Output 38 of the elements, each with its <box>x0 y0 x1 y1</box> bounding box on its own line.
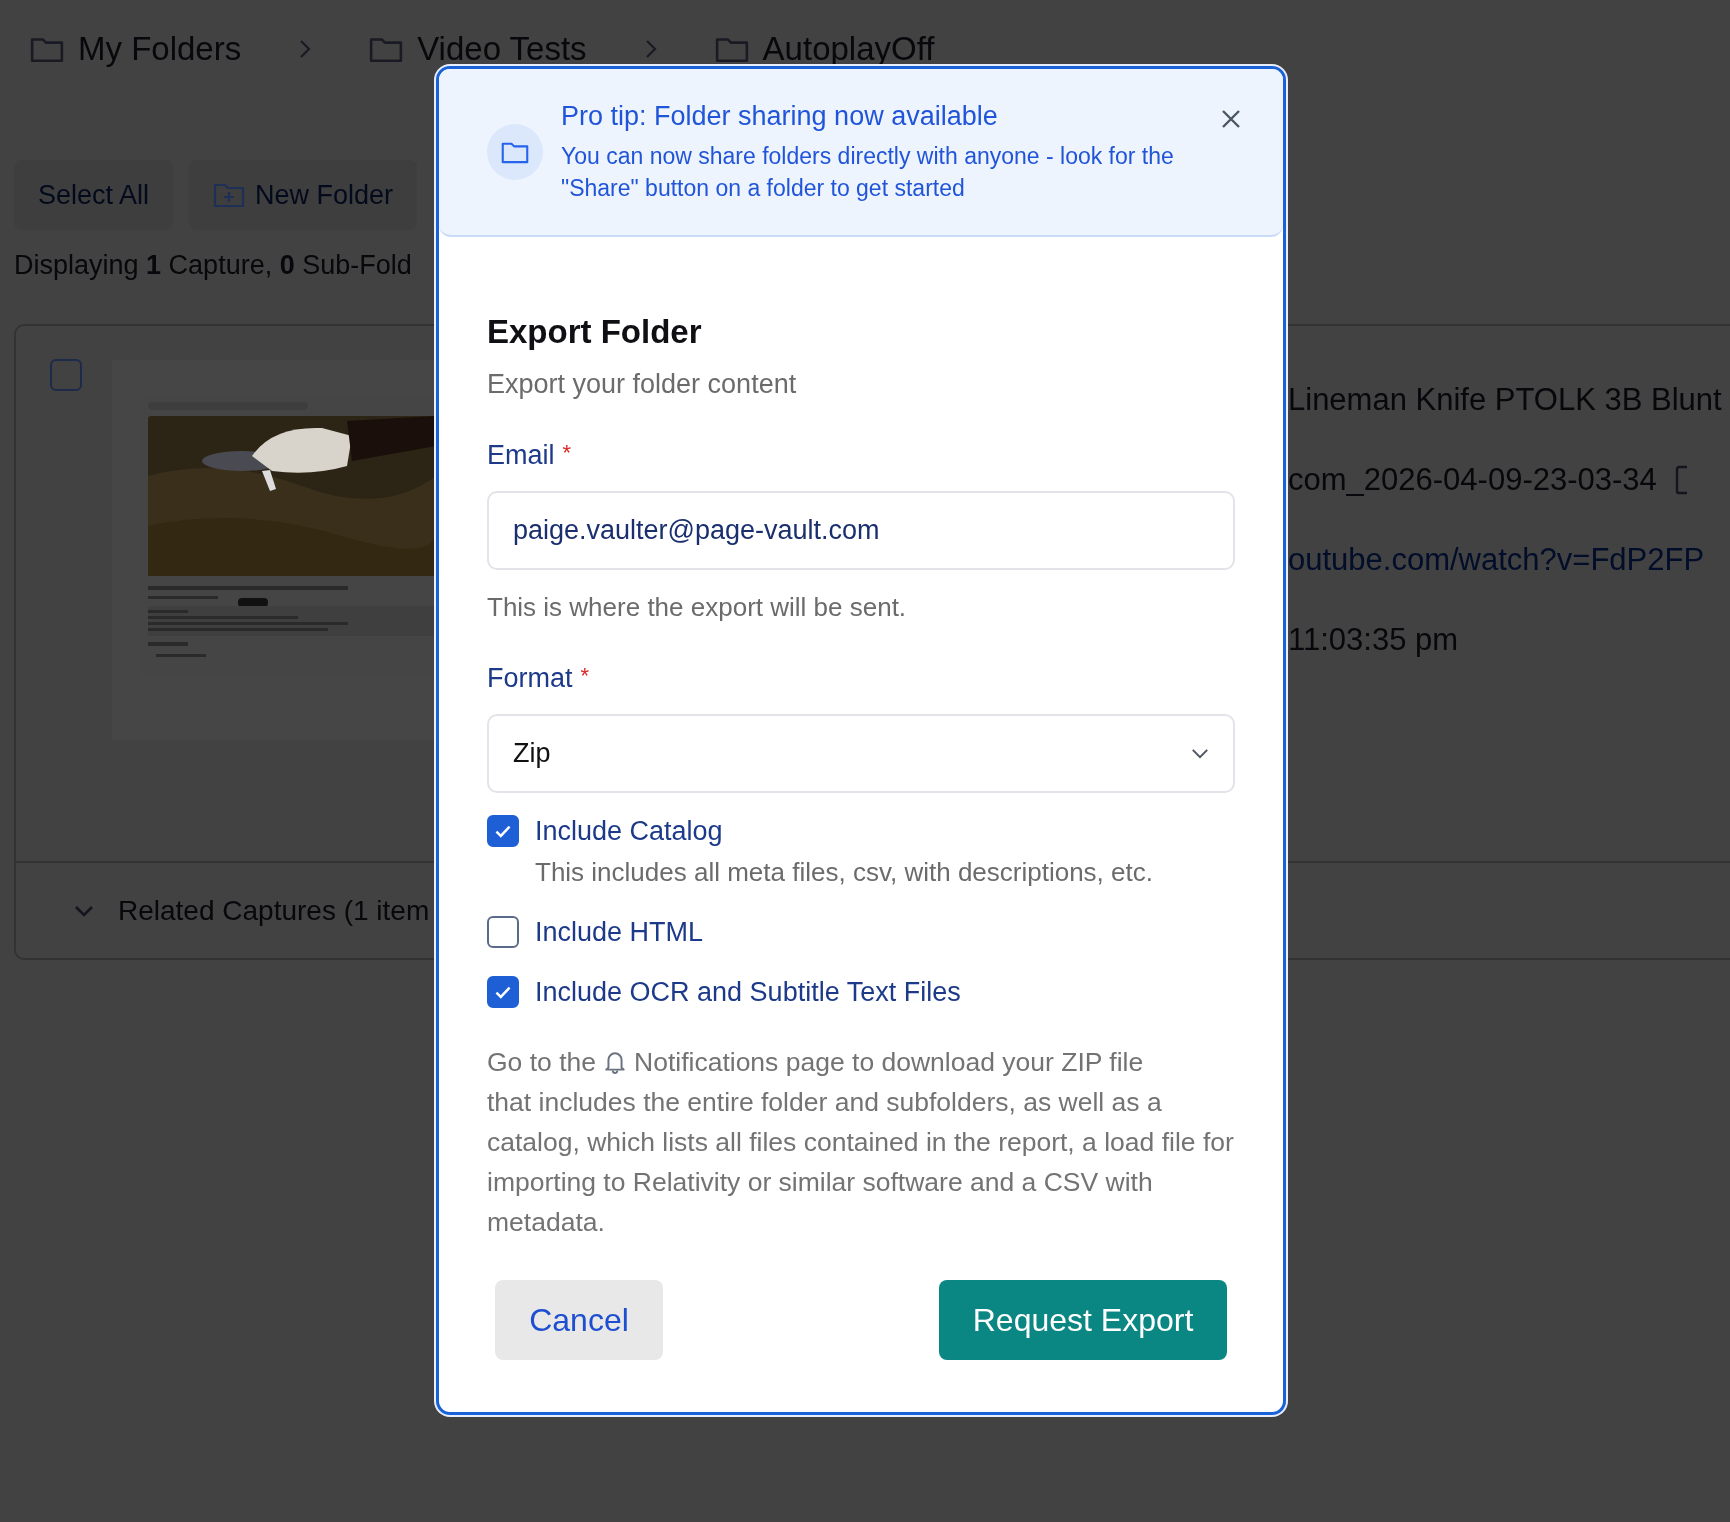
detail-text: 11:03:35 pm <box>1288 622 1459 658</box>
checkbox[interactable] <box>487 916 519 948</box>
close-icon[interactable] <box>1221 109 1241 129</box>
email-field[interactable]: paige.vaulter@page-vault.com <box>487 491 1235 570</box>
folder-glyph <box>501 140 529 164</box>
bell-icon <box>604 1050 626 1074</box>
required-mark: * <box>580 663 590 689</box>
note-text: Go to the <box>487 1046 596 1079</box>
folder-icon <box>30 35 64 63</box>
checkbox[interactable] <box>487 815 519 847</box>
request-export-button[interactable]: Request Export <box>939 1280 1227 1360</box>
folder-icon <box>714 35 749 63</box>
note-text: Notifications page to download your ZIP file <box>634 1046 1144 1079</box>
field-label: Email <box>487 440 555 471</box>
checkbox-label[interactable]: Include Catalog <box>535 815 1153 847</box>
dialog-title: Export Folder <box>487 313 703 351</box>
checkbox-label[interactable]: Include HTML <box>535 916 704 948</box>
dialog-subtitle: Export your folder content <box>487 369 798 400</box>
summary-text: Displaying 1 Capture, 0 Sub-Fold <box>13 249 413 282</box>
checkbox-label[interactable]: Include OCR and Subtitle Text Files <box>535 976 961 1008</box>
tip-title: Pro tip: Folder sharing now available <box>561 100 999 132</box>
cancel-button[interactable]: Cancel <box>495 1280 663 1360</box>
checkbox[interactable] <box>50 359 82 391</box>
format-select[interactable]: Zip <box>487 714 1235 793</box>
required-mark: * <box>562 440 572 466</box>
file-name: com_2026-04-09-23-03-34 <box>1288 462 1657 498</box>
detail-text: Lineman Knife PTOLK 3B Blunt <box>1288 382 1722 418</box>
chevron-right-icon <box>299 39 312 59</box>
chevron-down-icon <box>1191 748 1209 759</box>
tip-message: You can now share folders directly with anyone - look for the "Share" button on a folder to get started <box>561 141 1175 203</box>
chevron-right-icon <box>644 39 657 59</box>
help-text: This is where the export will be sent. <box>487 592 908 623</box>
note-text: that includes the entire folder and subfolders, as well as a catalog, which lists all files contained in the report, a load file for importing to Relativity or similar software and a CSV with metadata. <box>487 1086 1235 1239</box>
option-description: This includes all meta files, csv, with descriptions, etc. <box>535 857 1153 888</box>
field-label: Format <box>487 663 573 694</box>
folder-plus-icon <box>213 182 246 208</box>
folder-icon <box>369 35 404 63</box>
checkbox[interactable] <box>487 976 519 1008</box>
